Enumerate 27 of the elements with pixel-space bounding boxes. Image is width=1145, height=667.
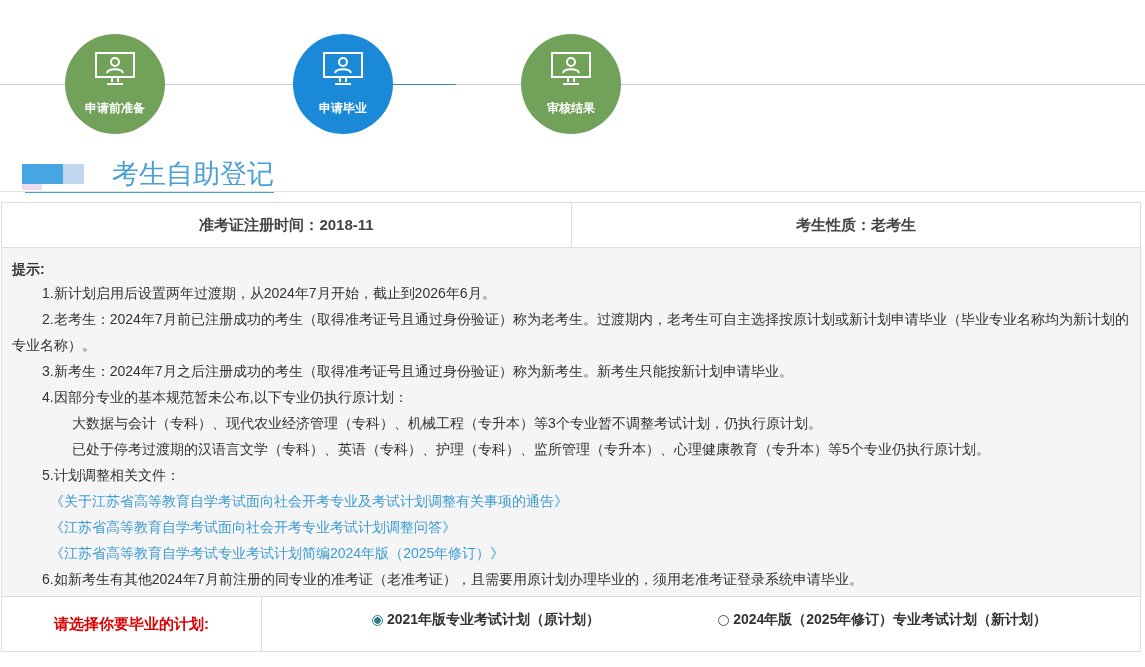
step-circle[interactable]: 申请前准备 — [65, 34, 165, 134]
info-cell: 考生性质：老考生 — [571, 203, 1140, 247]
note-text: 大数据与会计（专科）、现代农业经济管理（专科）、机械工程（专升本）等3个专业暂不调整考试计划，仍执行原计划。 — [71, 414, 823, 433]
note-text: 已处于停考过渡期的汉语言文学（专科）、英语（专科）、护理（专科）、监所管理（专升本）、心理健康教育（专升本）等5个专业仍执行原计划。 — [71, 440, 991, 459]
monitor-user-icon — [323, 52, 363, 86]
radio-button[interactable] — [718, 614, 730, 626]
note-text: 2.老考生：2024年7月前已注册成功的考生（取得准考证号且通过身份验证）称为老考生。过渡期内，老考生可自主选择按原计划或新计划申请毕业（毕业专业名称均为新计划的专业名称）。 — [12, 310, 1130, 355]
document-link[interactable]: 《江苏省高等教育自学考试专业考试计划简编2024年版（2025年修订）》 — [50, 545, 505, 561]
document-link[interactable]: 《关于江苏省高等教育自学考试面向社会开考专业及考试计划调整有关事项的通告》 — [50, 493, 568, 509]
choice-label: 请选择你要毕业的计划: — [2, 597, 262, 651]
radio-option[interactable]: 2024年版（2025年修订）专业考试计划（新计划） — [718, 611, 1048, 629]
step-circle[interactable]: 申请毕业 — [293, 34, 393, 134]
info-cell-text: 准考证注册时间：2018-11 — [198, 214, 375, 235]
note-text: 1.新计划启用后设置两年过渡期，从2024年7月开始，截止到2026年6月。 — [41, 284, 497, 303]
title-bar-icon — [22, 161, 84, 187]
note-text: 3.新考生：2024年7月之后注册成功的考生（取得准考证号且通过身份验证）称为新考生。新考生只能按新计划申请毕业。 — [41, 362, 794, 381]
step-circle[interactable]: 审核结果 — [521, 34, 621, 134]
section-title: 考生自助登记 — [112, 158, 274, 191]
note-text: 4.因部分专业的基本规范暂未公布,以下专业仍执行原计划： — [41, 388, 409, 407]
note-text: 6.如新考生有其他2024年7月前注册的同专业的准考证（老准考证），且需要用原计划办理毕业的，须用老准考证登录系统申请毕业。 — [41, 570, 864, 589]
notes-heading: 提示: — [12, 260, 46, 279]
monitor-user-icon — [95, 52, 135, 86]
radio-option[interactable]: 2021年版专业考试计划（原计划） — [372, 611, 601, 629]
document-link[interactable]: 《江苏省高等教育自学考试面向社会开考专业考试计划调整问答》 — [50, 519, 456, 535]
monitor-user-icon — [551, 52, 591, 86]
note-text: 5.计划调整相关文件： — [41, 466, 181, 485]
radio-button[interactable] — [372, 614, 383, 626]
